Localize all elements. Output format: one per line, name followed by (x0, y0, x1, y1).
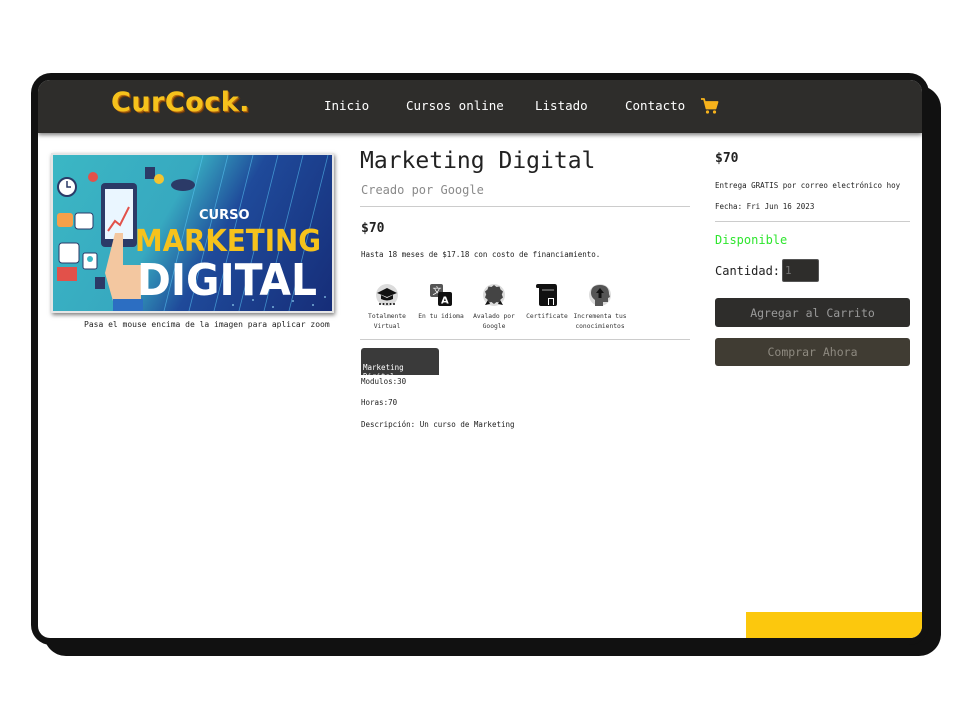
browser-viewport: CurCock. Inicio Cursos online Listado Co… (38, 80, 922, 638)
divider (360, 339, 690, 340)
translate-icon: 文 A (430, 284, 452, 307)
svg-text:A: A (441, 296, 449, 307)
feature-totalmente-virtual: Totalmente Virtual (359, 283, 415, 331)
product-creator: Creado por Google (361, 183, 484, 197)
award-badge-icon (483, 284, 505, 306)
feature-label: En tu idioma (418, 313, 464, 320)
purchase-price: $70 (715, 151, 739, 166)
image-line1-text: MARKETING (135, 224, 321, 259)
feature-incrementa-conocimientos: Incrementa tus conocimientos (572, 283, 628, 331)
product-image[interactable]: CURSO MARKETING DIGITAL (51, 153, 334, 313)
marketing-illustration: CURSO MARKETING DIGITAL (57, 155, 329, 311)
nav-link-cursos-online[interactable]: Cursos online (406, 98, 504, 113)
feature-label: Incrementa tus conocimientos (573, 313, 627, 330)
product-title: Marketing Digital (360, 148, 596, 174)
quantity-label: Cantidad: (715, 264, 781, 278)
nav-link-contacto[interactable]: Contacto (625, 98, 685, 113)
brand-logo[interactable]: CurCock. (111, 87, 250, 118)
image-badge-text: CURSO (199, 208, 250, 223)
head-arrow-icon (589, 284, 611, 306)
feature-en-tu-idioma: 文 A En tu idioma (413, 283, 469, 322)
feature-label: Certificate (526, 313, 568, 320)
buy-now-button[interactable]: Comprar Ahora (715, 338, 910, 366)
product-price: $70 (361, 221, 385, 236)
detail-horas: Horas:70 (361, 398, 398, 407)
delivery-info: Entrega GRATIS por correo electrónico ho… (715, 181, 901, 190)
feature-label: Avalado por Google (473, 313, 515, 330)
image-zoom-caption: Pasa el mouse encima de la imagen para a… (84, 320, 330, 329)
nav-link-inicio[interactable]: Inicio (324, 98, 369, 113)
navbar: CurCock. Inicio Cursos online Listado Co… (38, 80, 922, 133)
feature-avalado-por-google: Avalado por Google (466, 283, 522, 331)
quantity-input[interactable] (782, 259, 819, 282)
detail-descripcion: Descripción: Un curso de Marketing (361, 420, 515, 429)
feature-certificate: Certificate (519, 283, 575, 322)
financing-info: Hasta 18 meses de $17.18 con costo de fi… (361, 250, 601, 259)
image-line2-text: DIGITAL (137, 255, 317, 306)
add-to-cart-button[interactable]: Agregar al Carrito (715, 298, 910, 327)
graduation-cap-icon (376, 284, 398, 306)
delivery-date: Fecha: Fri Jun 16 2023 (715, 202, 815, 211)
certificate-scroll-icon (536, 284, 557, 306)
divider (360, 206, 690, 207)
nav-link-listado[interactable]: Listado (535, 98, 588, 113)
shopping-cart-icon[interactable] (700, 96, 720, 116)
tab-marketing-digital[interactable]: Marketing Digital (361, 348, 439, 381)
divider (715, 221, 910, 222)
availability-status: Disponible (715, 233, 788, 247)
footer-accent-bar (746, 612, 922, 638)
detail-modulos: Modulos:30 (361, 377, 407, 386)
feature-label: Totalmente Virtual (368, 313, 406, 330)
